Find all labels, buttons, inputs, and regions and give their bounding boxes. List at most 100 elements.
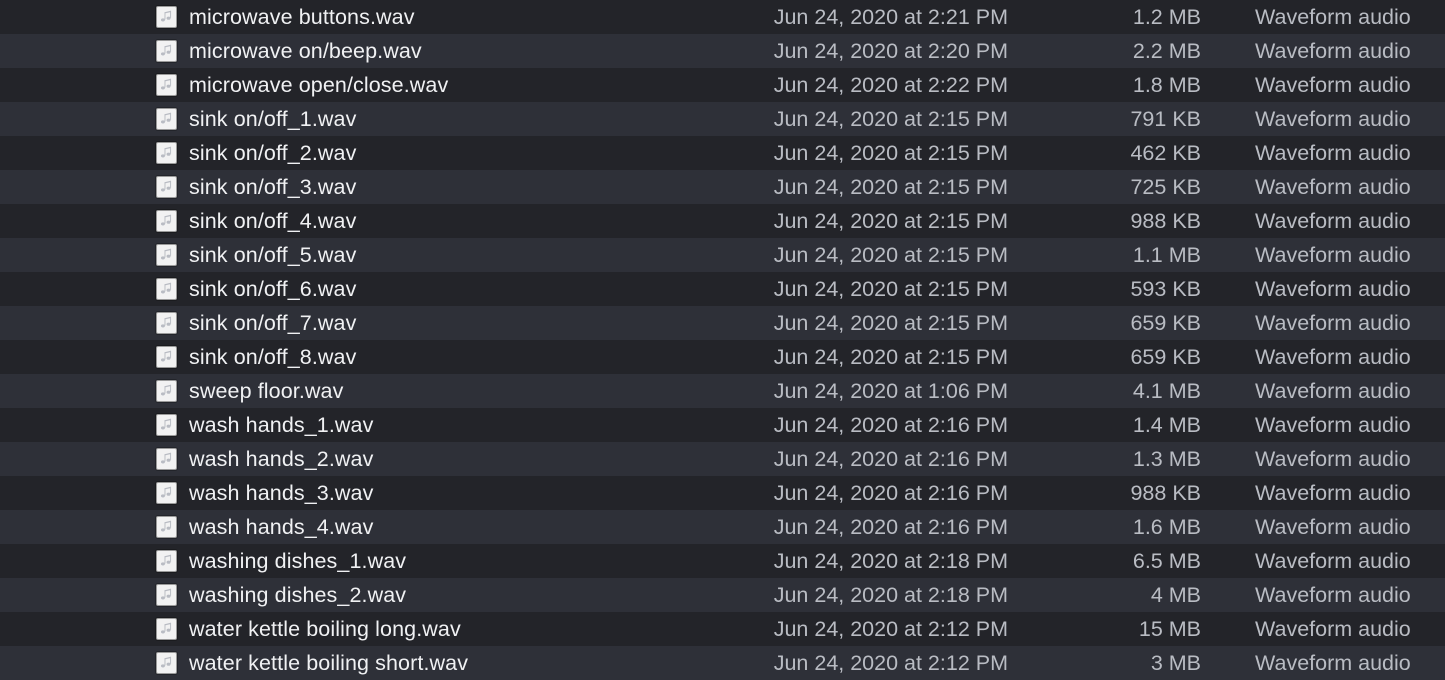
table-row[interactable]: water kettle boiling long.wav Jun 24, 202… xyxy=(0,612,1445,646)
file-date-modified: Jun 24, 2020 at 2:15 PM xyxy=(773,243,1008,267)
file-size: 725 KB xyxy=(1130,175,1201,199)
file-name-cell[interactable]: washing dishes_1.wav xyxy=(0,544,740,578)
file-size: 15 MB xyxy=(1138,617,1201,641)
file-kind: Waveform audio xyxy=(1255,107,1411,131)
table-row[interactable]: sink on/off_3.wav Jun 24, 2020 at 2:15 PM… xyxy=(0,170,1445,204)
file-date-modified: Jun 24, 2020 at 2:12 PM xyxy=(773,617,1008,641)
table-row[interactable]: sink on/off_5.wav Jun 24, 2020 at 2:15 PM… xyxy=(0,238,1445,272)
file-date-modified: Jun 24, 2020 at 2:18 PM xyxy=(773,549,1008,573)
file-kind: Waveform audio xyxy=(1255,311,1411,335)
table-row[interactable]: microwave buttons.wav Jun 24, 2020 at 2:2… xyxy=(0,0,1445,34)
table-row[interactable]: sink on/off_1.wav Jun 24, 2020 at 2:15 PM… xyxy=(0,102,1445,136)
file-name-cell[interactable]: sink on/off_4.wav xyxy=(0,204,740,238)
table-row[interactable]: sweep floor.wav Jun 24, 2020 at 1:06 PM 4.… xyxy=(0,374,1445,408)
file-size: 1.8 MB xyxy=(1132,73,1201,97)
file-date-modified: Jun 24, 2020 at 2:12 PM xyxy=(773,651,1008,675)
file-name-label: sink on/off_8.wav xyxy=(189,345,357,369)
file-name-label: wash hands_4.wav xyxy=(189,515,374,539)
file-kind: Waveform audio xyxy=(1255,141,1411,165)
file-name-cell[interactable]: wash hands_2.wav xyxy=(0,442,740,476)
file-name-cell[interactable]: wash hands_1.wav xyxy=(0,408,740,442)
music-note-file-icon xyxy=(156,414,177,436)
file-kind: Waveform audio xyxy=(1255,243,1411,267)
file-name-cell[interactable]: sink on/off_2.wav xyxy=(0,136,740,170)
file-name-label: sink on/off_7.wav xyxy=(189,311,357,335)
file-name-cell[interactable]: sink on/off_8.wav xyxy=(0,340,740,374)
file-name-cell[interactable]: wash hands_4.wav xyxy=(0,510,740,544)
music-note-file-icon xyxy=(156,380,177,402)
file-name-cell[interactable]: washing dishes_2.wav xyxy=(0,578,740,612)
file-browser-list[interactable]: microwave buttons.wav Jun 24, 2020 at 2:2… xyxy=(0,0,1445,680)
table-row[interactable]: sink on/off_4.wav Jun 24, 2020 at 2:15 PM… xyxy=(0,204,1445,238)
file-name-cell[interactable]: microwave open/close.wav xyxy=(0,68,740,102)
file-kind: Waveform audio xyxy=(1255,617,1411,641)
table-row[interactable]: water kettle boiling short.wav Jun 24, 20… xyxy=(0,646,1445,680)
file-kind: Waveform audio xyxy=(1255,583,1411,607)
file-name-label: washing dishes_2.wav xyxy=(189,583,407,607)
file-kind: Waveform audio xyxy=(1255,549,1411,573)
music-note-file-icon xyxy=(156,516,177,538)
file-name-label: sink on/off_5.wav xyxy=(189,243,357,267)
file-name-cell[interactable]: sweep floor.wav xyxy=(0,374,740,408)
table-row[interactable]: wash hands_3.wav Jun 24, 2020 at 2:16 PM 9… xyxy=(0,476,1445,510)
table-row[interactable]: microwave on/beep.wav Jun 24, 2020 at 2:2… xyxy=(0,34,1445,68)
file-name-label: sink on/off_6.wav xyxy=(189,277,357,301)
file-name-cell[interactable]: sink on/off_5.wav xyxy=(0,238,740,272)
music-note-file-icon xyxy=(156,142,177,164)
file-size: 659 KB xyxy=(1130,345,1201,369)
file-date-modified: Jun 24, 2020 at 2:16 PM xyxy=(773,447,1008,471)
music-note-file-icon xyxy=(156,346,177,368)
music-note-file-icon xyxy=(156,448,177,470)
file-name-cell[interactable]: water kettle boiling long.wav xyxy=(0,612,740,646)
table-row[interactable]: sink on/off_7.wav Jun 24, 2020 at 2:15 PM… xyxy=(0,306,1445,340)
table-row[interactable]: washing dishes_2.wav Jun 24, 2020 at 2:18… xyxy=(0,578,1445,612)
table-row[interactable]: sink on/off_2.wav Jun 24, 2020 at 2:15 PM… xyxy=(0,136,1445,170)
file-date-modified: Jun 24, 2020 at 2:15 PM xyxy=(773,209,1008,233)
table-row[interactable]: wash hands_2.wav Jun 24, 2020 at 2:16 PM 1… xyxy=(0,442,1445,476)
file-name-cell[interactable]: microwave on/beep.wav xyxy=(0,34,740,68)
music-note-file-icon xyxy=(156,550,177,572)
file-name-label: water kettle boiling short.wav xyxy=(189,651,469,675)
file-name-label: microwave on/beep.wav xyxy=(189,39,422,63)
file-date-modified: Jun 24, 2020 at 2:16 PM xyxy=(773,413,1008,437)
music-note-file-icon xyxy=(156,74,177,96)
file-kind: Waveform audio xyxy=(1255,73,1411,97)
file-kind: Waveform audio xyxy=(1255,447,1411,471)
table-row[interactable]: sink on/off_6.wav Jun 24, 2020 at 2:15 PM… xyxy=(0,272,1445,306)
table-row[interactable]: wash hands_1.wav Jun 24, 2020 at 2:16 PM 1… xyxy=(0,408,1445,442)
file-name-cell[interactable]: microwave buttons.wav xyxy=(0,0,740,34)
file-size: 462 KB xyxy=(1130,141,1201,165)
file-name-cell[interactable]: water kettle boiling short.wav xyxy=(0,646,740,680)
table-row[interactable]: wash hands_4.wav Jun 24, 2020 at 2:16 PM 1… xyxy=(0,510,1445,544)
file-size: 4.1 MB xyxy=(1132,379,1201,403)
file-kind: Waveform audio xyxy=(1255,413,1411,437)
file-date-modified: Jun 24, 2020 at 2:21 PM xyxy=(773,5,1008,29)
file-size: 593 KB xyxy=(1130,277,1201,301)
table-row[interactable]: microwave open/close.wav Jun 24, 2020 at … xyxy=(0,68,1445,102)
file-kind: Waveform audio xyxy=(1255,39,1411,63)
file-name-cell[interactable]: wash hands_3.wav xyxy=(0,476,740,510)
table-row[interactable]: sink on/off_8.wav Jun 24, 2020 at 2:15 PM… xyxy=(0,340,1445,374)
file-size: 659 KB xyxy=(1130,311,1201,335)
file-date-modified: Jun 24, 2020 at 2:22 PM xyxy=(773,73,1008,97)
file-name-cell[interactable]: sink on/off_3.wav xyxy=(0,170,740,204)
file-name-cell[interactable]: sink on/off_1.wav xyxy=(0,102,740,136)
file-size: 791 KB xyxy=(1130,107,1201,131)
file-name-label: sink on/off_4.wav xyxy=(189,209,357,233)
music-note-file-icon xyxy=(156,6,177,28)
file-name-cell[interactable]: sink on/off_7.wav xyxy=(0,306,740,340)
file-name-label: sweep floor.wav xyxy=(189,379,344,403)
music-note-file-icon xyxy=(156,312,177,334)
file-date-modified: Jun 24, 2020 at 2:15 PM xyxy=(773,175,1008,199)
file-name-cell[interactable]: sink on/off_6.wav xyxy=(0,272,740,306)
music-note-file-icon xyxy=(156,652,177,674)
file-name-label: sink on/off_2.wav xyxy=(189,141,357,165)
file-size: 3 MB xyxy=(1150,651,1201,675)
file-name-label: washing dishes_1.wav xyxy=(189,549,407,573)
table-row[interactable]: washing dishes_1.wav Jun 24, 2020 at 2:18… xyxy=(0,544,1445,578)
file-kind: Waveform audio xyxy=(1255,481,1411,505)
file-name-label: water kettle boiling long.wav xyxy=(189,617,461,641)
file-date-modified: Jun 24, 2020 at 2:15 PM xyxy=(773,311,1008,335)
file-size: 6.5 MB xyxy=(1132,549,1201,573)
file-date-modified: Jun 24, 2020 at 2:15 PM xyxy=(773,107,1008,131)
